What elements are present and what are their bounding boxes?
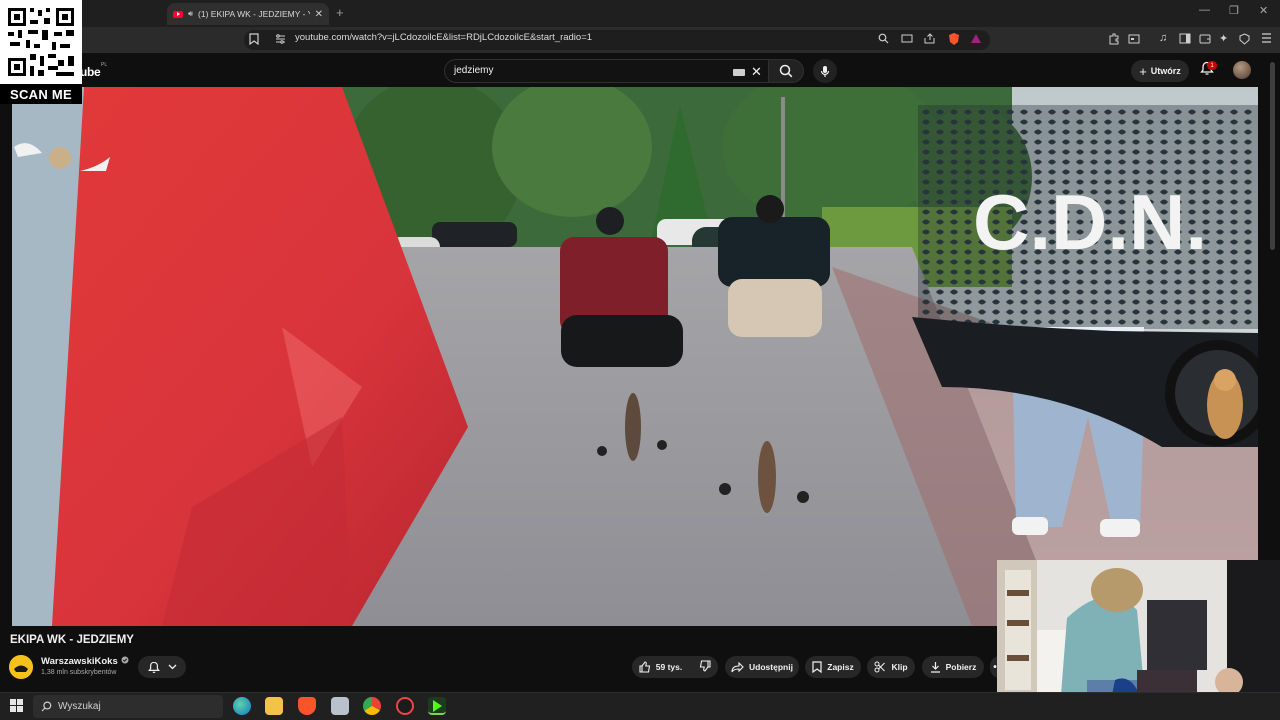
browser-menu-icon[interactable] — [1261, 33, 1272, 46]
browser-tab-strip: 🔊︎ (1) EKIPA WK - JEDZIEMY - Yo ✕ + — ❐ … — [0, 0, 1280, 27]
app-taskbar-icon[interactable] — [331, 697, 349, 715]
share-icon — [731, 661, 744, 672]
video-frame: C.D.N. — [12, 87, 1258, 626]
channel-name[interactable]: WarszawskiKoks — [41, 656, 118, 667]
wallet-app-icon[interactable] — [1199, 33, 1211, 47]
dislike-button[interactable] — [699, 660, 711, 674]
thumbs-down-icon — [700, 660, 711, 672]
like-button[interactable]: 59 tys. — [639, 661, 682, 673]
save-button[interactable]: Zapisz — [805, 656, 861, 678]
share-label: Udostępnij — [749, 662, 793, 672]
close-tab-icon[interactable]: ✕ — [315, 9, 323, 20]
streaming-app-icon[interactable] — [428, 697, 446, 715]
brave-rewards-icon[interactable] — [970, 33, 982, 48]
subscriber-count: 1,38 mln subskrybentów — [41, 669, 117, 676]
clear-search-icon[interactable]: ✕ — [751, 64, 762, 80]
window-close-icon[interactable]: ✕ — [1259, 4, 1268, 17]
file-explorer-icon[interactable] — [265, 697, 283, 715]
scan-me-label: SCAN ME — [0, 84, 82, 104]
bell-icon — [147, 661, 160, 673]
download-icon — [930, 662, 940, 673]
obs-icon[interactable] — [396, 697, 414, 715]
page-scrollbar[interactable] — [1270, 62, 1275, 250]
minimize-icon[interactable]: — — [1199, 4, 1210, 16]
bookmark-icon[interactable] — [249, 33, 259, 48]
search-icon — [779, 64, 793, 78]
vpn-icon[interactable] — [1239, 33, 1250, 48]
chevron-down-icon — [168, 664, 176, 670]
create-label: Utwórz — [1150, 66, 1181, 76]
youtube-region-label: PL — [101, 62, 108, 68]
maximize-icon[interactable]: ❐ — [1229, 4, 1239, 17]
keyboard-icon[interactable] — [733, 67, 745, 79]
channel-name-row[interactable]: WarszawskiKoks — [41, 656, 129, 667]
cdn-sign-text: C.D.N. — [973, 178, 1207, 266]
youtube-favicon-icon — [173, 10, 183, 18]
extensions-icon[interactable] — [1108, 33, 1120, 48]
video-title: EKIPA WK - JEDZIEMY — [10, 634, 134, 646]
share-button[interactable]: Udostępnij — [725, 656, 799, 678]
clip-label: Klip — [891, 662, 908, 672]
sidebar-icon[interactable] — [1179, 33, 1191, 47]
search-query[interactable]: jedziemy — [454, 65, 493, 76]
qr-code — [0, 0, 82, 84]
clip-button[interactable]: Klip — [867, 656, 915, 678]
like-dislike-group: 59 tys. — [632, 656, 718, 678]
taskbar-search[interactable]: Wyszukaj — [33, 695, 223, 718]
windows-start-icon[interactable] — [10, 699, 23, 715]
brave-taskbar-icon[interactable] — [298, 697, 316, 715]
taskbar-search-placeholder: Wyszukaj — [58, 701, 101, 712]
notification-badge: 1 — [1207, 61, 1217, 70]
video-player[interactable]: C.D.N. — [12, 87, 1258, 626]
plus-icon: + — [1139, 63, 1147, 79]
thumbs-up-icon — [639, 661, 650, 673]
voice-search-button[interactable] — [813, 59, 837, 83]
browser-toolbar — [0, 27, 1280, 53]
tab-title: (1) EKIPA WK - JEDZIEMY - Yo — [198, 9, 310, 19]
scissors-icon — [874, 661, 886, 673]
speaker-icon[interactable]: 🔊︎ — [188, 9, 193, 19]
taskbar-search-icon — [41, 701, 52, 712]
microphone-icon — [820, 65, 830, 77]
subscription-notifications-button[interactable] — [138, 656, 186, 678]
search-button[interactable] — [768, 59, 804, 83]
zoom-icon[interactable] — [878, 33, 889, 47]
download-label: Pobierz — [945, 662, 977, 672]
site-settings-icon[interactable] — [275, 34, 286, 47]
new-tab-button[interactable]: + — [336, 5, 344, 20]
channel-avatar[interactable] — [9, 655, 33, 679]
download-button[interactable]: Pobierz — [922, 656, 984, 678]
brave-shields-icon[interactable] — [947, 32, 961, 49]
install-app-icon[interactable] — [901, 34, 913, 47]
verified-icon — [121, 656, 129, 667]
share-page-icon[interactable] — [924, 33, 936, 47]
account-avatar[interactable] — [1233, 61, 1251, 79]
media-icon[interactable]: ♫ — [1159, 32, 1167, 44]
url-text[interactable]: youtube.com/watch?v=jLCdozoilcE&list=RDj… — [295, 32, 592, 43]
save-label: Zapisz — [827, 662, 854, 672]
wallet-icon[interactable] — [1128, 33, 1140, 48]
like-count: 59 tys. — [655, 662, 683, 672]
create-button[interactable]: + Utwórz — [1131, 60, 1189, 82]
chrome-icon[interactable] — [363, 697, 381, 715]
edge-icon[interactable] — [233, 697, 251, 715]
browser-tab-active[interactable]: 🔊︎ (1) EKIPA WK - JEDZIEMY - Yo ✕ — [167, 3, 329, 25]
save-bookmark-icon — [812, 661, 822, 673]
leo-ai-icon[interactable]: ✦ — [1219, 32, 1228, 45]
youtube-logo[interactable]: ube — [80, 65, 101, 79]
